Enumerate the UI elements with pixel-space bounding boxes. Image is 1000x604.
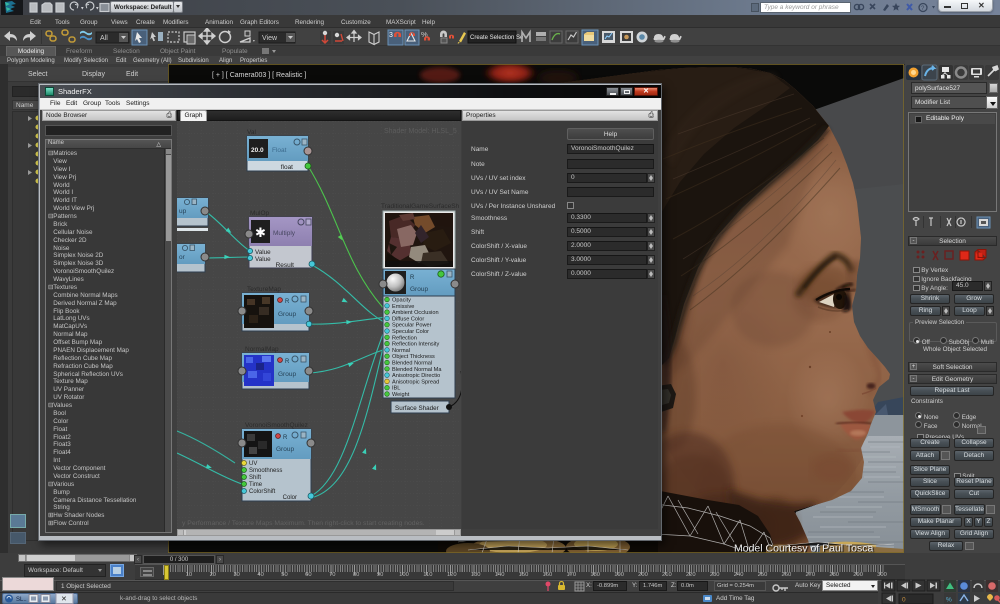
svg-text:0: 0 (902, 597, 906, 604)
svg-text:UV: UV (249, 461, 257, 467)
svg-text:Result: Result (276, 262, 295, 269)
svg-text:Shader Model: HLSL_5: Shader Model: HLSL_5 (384, 128, 457, 135)
svg-text:Time: Time (249, 482, 263, 488)
svg-text:SL..: SL.. (16, 597, 27, 603)
svg-text:%: % (946, 597, 952, 604)
svg-text:float: float (281, 164, 293, 171)
svg-text:Value: Value (255, 256, 271, 263)
svg-text:Reflection Intensity: Reflection Intensity (392, 342, 439, 348)
svg-text:Diffuse Color: Diffuse Color (392, 316, 424, 322)
svg-text:IBL: IBL (392, 386, 400, 392)
svg-text:Group: Group (278, 371, 296, 378)
svg-text:up: up (179, 208, 187, 215)
svg-text:Object Thickness: Object Thickness (392, 354, 435, 360)
svg-text:or: or (179, 254, 186, 261)
svg-text:Surface Shader: Surface Shader (395, 405, 439, 412)
svg-text:All: All (100, 35, 108, 42)
svg-text:Weight: Weight (392, 392, 410, 398)
svg-text:Normal: Normal (392, 348, 410, 354)
svg-text:NormalMap: NormalMap (245, 346, 279, 353)
svg-text:R: R (285, 299, 290, 305)
svg-text:Group: Group (278, 311, 296, 318)
svg-text:MulOp: MulOp (250, 210, 270, 217)
svg-text:Value: Value (255, 249, 271, 256)
svg-text:Specular Power: Specular Power (392, 323, 432, 329)
svg-text:Smoothness: Smoothness (249, 468, 282, 474)
svg-text:Ambient Occlusion: Ambient Occlusion (392, 310, 439, 316)
svg-text:Val: Val (247, 129, 256, 136)
svg-text:Model Courtesy of Paul Tosca: Model Courtesy of Paul Tosca (734, 543, 873, 554)
svg-text:Create Selection Se: Create Selection Se (470, 35, 524, 41)
svg-text:✱: ✱ (255, 225, 266, 240)
svg-text:Blended Normal Ma: Blended Normal Ma (392, 367, 442, 373)
svg-text:20.0: 20.0 (251, 147, 264, 154)
svg-text:3: 3 (389, 32, 393, 39)
svg-text:R: R (285, 359, 290, 365)
svg-text:Multiply: Multiply (273, 230, 296, 237)
svg-text:Emissive: Emissive (392, 304, 414, 310)
svg-text:Group: Group (410, 286, 428, 293)
svg-text:View: View (262, 35, 278, 42)
svg-text:y Performance / Texture Maps M: y Performance / Texture Maps Maximum. Th… (182, 520, 425, 527)
svg-text:Float: Float (272, 147, 287, 154)
svg-text:R: R (283, 435, 288, 441)
svg-text:Reflection: Reflection (392, 335, 417, 341)
svg-text:R: R (410, 275, 415, 281)
svg-text:Anisotropic Spread: Anisotropic Spread (392, 379, 439, 385)
svg-text:Color: Color (283, 495, 297, 501)
svg-text:TraditionalGameSurfaceSh: TraditionalGameSurfaceSh (381, 203, 460, 210)
svg-text:VoronoiSmoothQuilez: VoronoiSmoothQuilez (245, 422, 308, 429)
svg-text:Opacity: Opacity (392, 298, 411, 304)
svg-text:✕: ✕ (61, 596, 67, 603)
svg-text:Blended Normal: Blended Normal (392, 361, 432, 367)
svg-text:ColorShift: ColorShift (249, 489, 276, 495)
svg-text:Shift: Shift (249, 475, 261, 481)
svg-text:[ + ] [ Camera003 ] [ Realisti: [ + ] [ Camera003 ] [ Realistic ] (212, 72, 306, 79)
svg-text:Anisotropic Directio: Anisotropic Directio (392, 373, 440, 379)
svg-text:TextureMap: TextureMap (247, 286, 281, 293)
svg-text:Specular Color: Specular Color (392, 329, 429, 335)
svg-text:Group: Group (276, 446, 294, 453)
